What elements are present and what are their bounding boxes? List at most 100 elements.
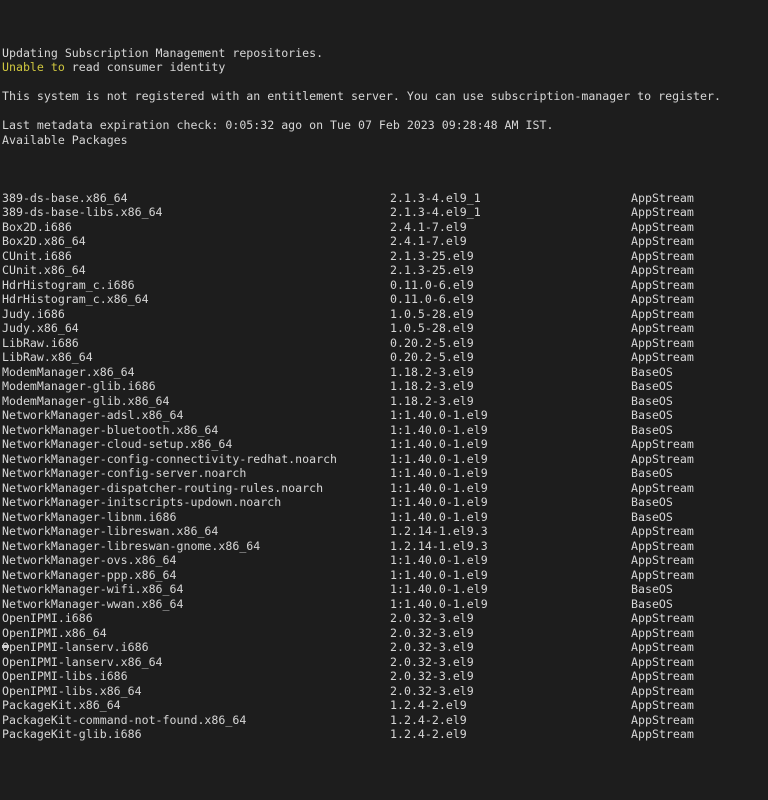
package-name: PackageKit-glib.i686 <box>2 727 142 741</box>
package-version: 2.0.32-3.el9 <box>390 669 474 683</box>
package-version: 2.1.3-4.el9_1 <box>390 190 481 205</box>
package-repository: AppStream <box>631 321 694 335</box>
package-name: Judy.i686 <box>2 306 65 321</box>
package-version: 1.0.5-28.el9 <box>390 306 474 321</box>
package-row: 389-ds-base.x86_64 2.1.3-4.el9_1 AppStream <box>2 191 768 206</box>
package-version: 0.20.2-5.el9 <box>390 335 474 350</box>
package-version: 1:1.40.0-1.el9 <box>390 422 488 437</box>
package-version: 2.1.3-4.el9_1 <box>390 205 481 219</box>
package-repository: BaseOS <box>631 393 673 408</box>
package-repository: AppStream <box>631 263 694 277</box>
package-row: NetworkManager-cloud-setup.x86_64 1:1.40.… <box>2 437 768 452</box>
package-name: CUnit.i686 <box>2 248 72 263</box>
package-version: 1:1.40.0-1.el9 <box>390 495 488 509</box>
package-row: NetworkManager-config-server.noarch 1:1.4… <box>2 466 768 481</box>
package-version: 1.18.2-3.el9 <box>390 364 474 379</box>
package-name: NetworkManager-config-server.noarch <box>2 466 247 480</box>
package-repository: AppStream <box>631 292 694 306</box>
package-row: ModemManager-glib.i686 1.18.2-3.el9 BaseOS <box>2 379 768 394</box>
package-row: HdrHistogram_c.i686 0.11.0-6.el9 AppStream <box>2 278 768 293</box>
package-name: NetworkManager-config-connectivity-redha… <box>2 451 338 466</box>
package-repository: BaseOS <box>631 495 673 509</box>
package-name: ModemManager-glib.x86_64 <box>2 393 170 408</box>
terminal-line: Last metadata expiration check: 0:05:32 … <box>2 118 768 133</box>
package-name: ModemManager.x86_64 <box>2 364 135 379</box>
package-name: CUnit.x86_64 <box>2 263 86 277</box>
package-repository: AppStream <box>631 205 694 219</box>
terminal-line: This system is not registered with an en… <box>2 89 768 104</box>
package-version: 2.0.32-3.el9 <box>390 640 474 654</box>
package-name: NetworkManager-dispatcher-routing-rules.… <box>2 480 324 495</box>
warning-message-rest: read consumer identity <box>64 60 226 74</box>
package-version: 1.2.4-2.el9 <box>390 712 467 727</box>
package-row: CUnit.i686 2.1.3-25.el9 AppStream <box>2 249 768 264</box>
package-name: Judy.x86_64 <box>2 321 79 335</box>
package-repository: AppStream <box>631 306 694 321</box>
package-name: NetworkManager-libnm.i686 <box>2 509 177 524</box>
package-name: Box2D.x86_64 <box>2 234 86 248</box>
package-name: 389-ds-base.x86_64 <box>2 190 128 205</box>
package-row: NetworkManager-bluetooth.x86_64 1:1.40.0-… <box>2 423 768 438</box>
package-repository: AppStream <box>631 669 694 683</box>
package-name: LibRaw.i686 <box>2 335 79 350</box>
package-repository: AppStream <box>631 219 694 234</box>
terminal-line: Unable to read consumer identity <box>2 60 768 75</box>
package-version: 0.11.0-6.el9 <box>390 277 474 292</box>
package-row: OpenIPMI.x86_64 2.0.32-3.el9 AppStream <box>2 626 768 641</box>
package-version: 2.0.32-3.el9 <box>390 625 474 640</box>
package-name: OpenIPMI-libs.x86_64 <box>2 683 142 698</box>
package-name: PackageKit.x86_64 <box>2 698 121 712</box>
package-repository: AppStream <box>631 190 694 205</box>
warning-text: Unable to <box>2 60 65 74</box>
package-version: 1:1.40.0-1.el9 <box>390 582 488 596</box>
package-version: 1:1.40.0-1.el9 <box>390 596 488 611</box>
package-version: 1:1.40.0-1.el9 <box>390 567 488 582</box>
package-repository: AppStream <box>631 480 694 495</box>
package-row: Judy.x86_64 1.0.5-28.el9 AppStream <box>2 321 768 336</box>
package-repository: AppStream <box>631 538 694 553</box>
package-version: 1.18.2-3.el9 <box>390 393 474 408</box>
package-repository: BaseOS <box>631 582 673 596</box>
package-repository: AppStream <box>631 683 694 698</box>
package-version: 2.0.32-3.el9 <box>390 654 474 669</box>
package-repository: AppStream <box>631 625 694 640</box>
package-row: OpenIPMI-libs.i686 2.0.32-3.el9 AppStream <box>2 669 768 684</box>
package-name: ModemManager-glib.i686 <box>2 379 156 393</box>
package-repository: BaseOS <box>631 364 673 379</box>
package-name: NetworkManager-wwan.x86_64 <box>2 596 184 611</box>
package-name: OpenIPMI.i686 <box>2 611 93 625</box>
package-version: 1:1.40.0-1.el9 <box>390 451 488 466</box>
package-name: NetworkManager-libreswan.x86_64 <box>2 524 219 538</box>
package-row: PackageKit-glib.i686 1.2.4-2.el9 AppStream <box>2 727 768 742</box>
package-repository: BaseOS <box>631 509 673 524</box>
package-repository: AppStream <box>631 640 694 654</box>
package-row: NetworkManager-ovs.x86_64 1:1.40.0-1.el9 A… <box>2 553 768 568</box>
package-version: 1.18.2-3.el9 <box>390 379 474 393</box>
package-row: OpenIPMI-lanserv.x86_64 2.0.32-3.el9 AppSt… <box>2 655 768 670</box>
terminal-header-output: Updating Subscription Management reposit… <box>2 46 768 148</box>
package-row: NetworkManager-wwan.x86_64 1:1.40.0-1.el9… <box>2 597 768 612</box>
package-version: 2.0.32-3.el9 <box>390 683 474 698</box>
package-version: 1:1.40.0-1.el9 <box>390 480 488 495</box>
package-version: 2.1.3-25.el9 <box>390 263 474 277</box>
package-name: OpenIPMI-lanserv.x86_64 <box>2 654 163 669</box>
package-version: 1:1.40.0-1.el9 <box>390 509 488 524</box>
package-row: NetworkManager-ppp.x86_64 1:1.40.0-1.el9 A… <box>2 568 768 583</box>
package-repository: AppStream <box>631 654 694 669</box>
package-row: Box2D.i686 2.4.1-7.el9 AppStream <box>2 220 768 235</box>
package-name: OpenIPMI.x86_64 <box>2 625 107 640</box>
package-repository: AppStream <box>631 451 694 466</box>
package-repository: AppStream <box>631 712 694 727</box>
package-row: CUnit.x86_64 2.1.3-25.el9 AppStream <box>2 263 768 278</box>
package-version: 2.0.32-3.el9 <box>390 611 474 625</box>
package-name: NetworkManager-libreswan-gnome.x86_64 <box>2 538 261 553</box>
package-repository: AppStream <box>631 335 694 350</box>
package-row: LibRaw.i686 0.20.2-5.el9 AppStream <box>2 336 768 351</box>
package-name: OpenIPMI-libs.i686 <box>2 669 128 683</box>
package-version: 1:1.40.0-1.el9 <box>390 408 488 422</box>
package-row: ModemManager-glib.x86_64 1.18.2-3.el9 Base… <box>2 394 768 409</box>
package-version: 1.2.4-2.el9 <box>390 727 467 741</box>
package-name: 389-ds-base-libs.x86_64 <box>2 205 163 219</box>
terminal-screen[interactable]: Updating Subscription Management reposit… <box>0 0 768 741</box>
terminal-line: Updating Subscription Management reposit… <box>2 46 768 61</box>
